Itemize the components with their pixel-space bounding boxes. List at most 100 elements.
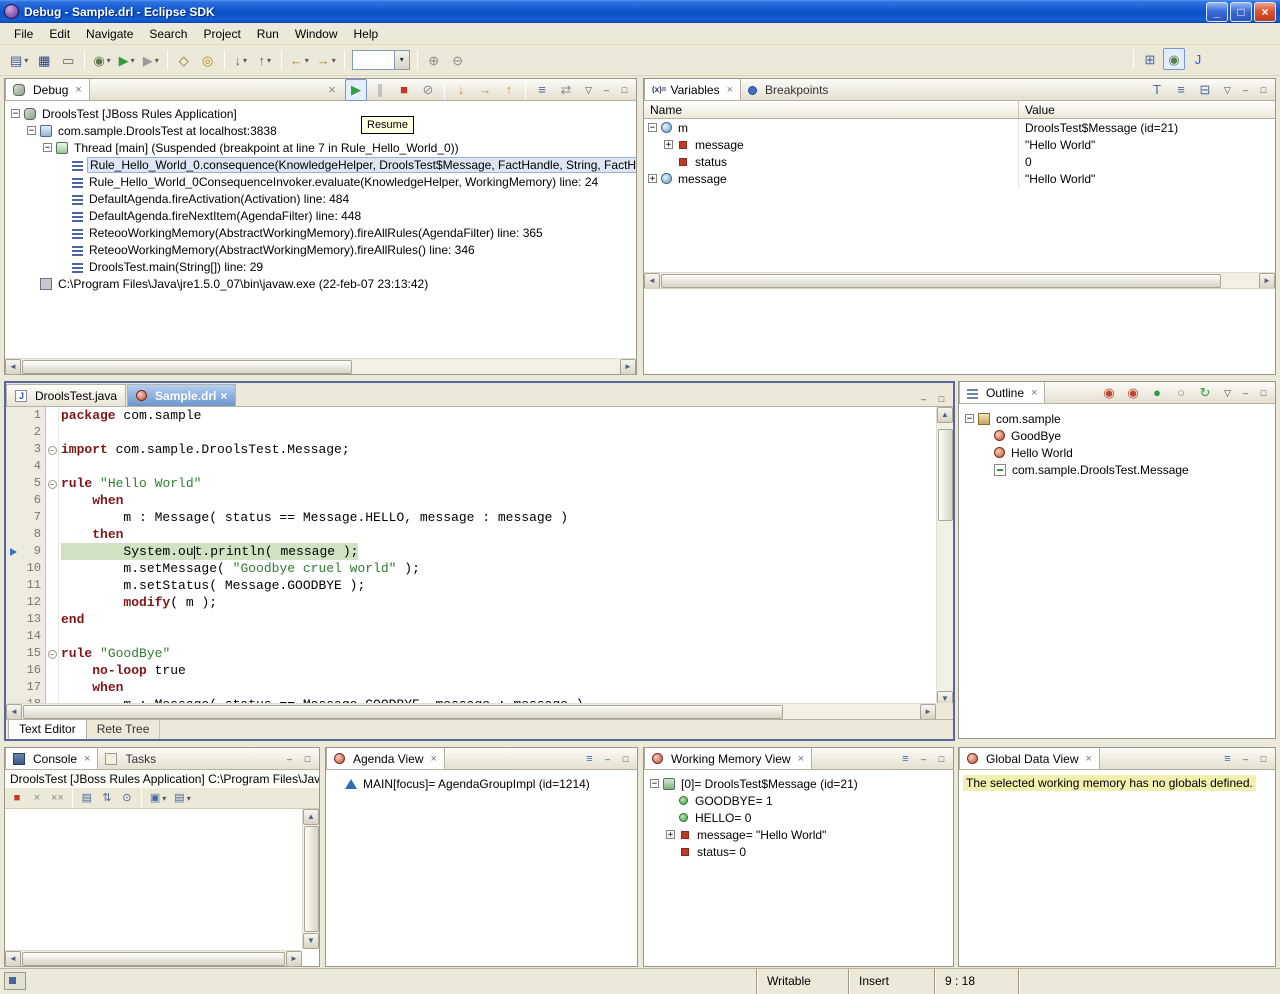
toolbar-combo[interactable]: ▾ (352, 50, 410, 70)
open-console-button[interactable]: ▤▾ (171, 789, 193, 807)
hide-queries-button[interactable]: ◉ (1122, 382, 1144, 404)
terminate-console-button[interactable]: ■ (8, 789, 26, 807)
code-line[interactable]: 15−rule "GoodBye" (6, 645, 936, 662)
tab-rete-tree[interactable]: Rete Tree (87, 720, 161, 739)
code-line[interactable]: 14 (6, 628, 936, 645)
maximize-view-icon[interactable]: □ (1256, 386, 1271, 400)
external-tools-button[interactable]: ▶▾ (140, 49, 162, 71)
java-perspective-button[interactable]: J (1187, 48, 1209, 70)
annotation-ruler[interactable] (6, 594, 20, 611)
run-button[interactable]: ▶▾ (116, 49, 138, 71)
menu-run[interactable]: Run (249, 24, 287, 44)
annotation-ruler[interactable] (6, 424, 20, 441)
code-line[interactable]: 11 m.setStatus( Message.GOODBYE ); (6, 577, 936, 594)
folding-ruler[interactable] (46, 560, 59, 577)
maximize-view-icon[interactable]: □ (617, 83, 632, 97)
search-button[interactable]: ◎ (197, 49, 219, 71)
debug-button[interactable]: ◉▾ (90, 49, 113, 71)
next-annotation-button[interactable]: ↓▾ (230, 49, 252, 71)
suspend-button[interactable]: ∥ (369, 79, 391, 101)
close-tab-icon[interactable]: × (84, 753, 90, 765)
disconnect-button[interactable]: ⊘ (417, 79, 439, 101)
folding-ruler[interactable]: − (46, 645, 59, 662)
print-button[interactable]: ▭ (57, 49, 79, 71)
expander-icon[interactable]: − (648, 123, 657, 132)
dropdown-arrow-icon[interactable]: ▾ (267, 56, 271, 65)
minimize-view-icon[interactable]: – (1238, 83, 1253, 97)
step-return-button[interactable]: ↑ (498, 79, 520, 101)
column-header-value[interactable]: Value (1019, 101, 1275, 118)
menu-navigate[interactable]: Navigate (78, 24, 141, 44)
code-line[interactable]: 5−rule "Hello World" (6, 475, 936, 492)
scroll-left-icon[interactable]: ◄ (6, 704, 22, 720)
minimize-view-icon[interactable]: – (916, 392, 931, 406)
resume-button[interactable]: ▶ (345, 79, 367, 101)
zoom-out-button[interactable]: ⊖ (447, 49, 469, 71)
dropdown-arrow-icon[interactable]: ▾ (243, 56, 247, 65)
scroll-left-icon[interactable]: ◄ (644, 273, 660, 289)
dropdown-arrow-icon[interactable]: ▾ (107, 56, 111, 65)
maximize-view-icon[interactable]: □ (934, 752, 949, 766)
scrollbar-thumb[interactable] (23, 705, 783, 719)
console-output[interactable] (5, 809, 302, 949)
tree-row[interactable]: status= 0 (644, 843, 953, 860)
pin-console-button[interactable]: ⊙ (118, 789, 136, 807)
tab-debug[interactable]: Debug × (5, 79, 90, 100)
scroll-left-icon[interactable]: ◄ (5, 951, 21, 967)
code-line[interactable]: 10 m.setMessage( "Goodbye cruel world" )… (6, 560, 936, 577)
folding-ruler[interactable] (46, 492, 59, 509)
show-logical-structure-icon[interactable]: ≡ (898, 752, 913, 766)
expander-icon[interactable]: + (666, 830, 675, 839)
previous-annotation-button[interactable]: ↑▾ (254, 49, 276, 71)
folding-ruler[interactable] (46, 543, 59, 560)
console-vertical-scrollbar[interactable]: ▲ ▼ (302, 809, 319, 949)
tab-console[interactable]: Console × (5, 748, 98, 769)
code-line[interactable]: 16 no-loop true (6, 662, 936, 679)
code-line[interactable]: 13end (6, 611, 936, 628)
folding-ruler[interactable] (46, 594, 59, 611)
tree-row[interactable]: −com.sample.DroolsTest at localhost:3838 (5, 122, 636, 139)
close-tab-icon[interactable]: × (727, 84, 733, 96)
hide-functions-button[interactable]: ● (1146, 382, 1168, 404)
editor-horizontal-scrollbar[interactable]: ◄ ► (6, 703, 936, 719)
tab-agenda-view[interactable]: Agenda View × (326, 748, 445, 769)
code-line[interactable]: 6 when (6, 492, 936, 509)
folding-ruler[interactable] (46, 611, 59, 628)
variable-details-pane[interactable] (644, 288, 1275, 374)
expander-icon[interactable]: − (965, 414, 974, 423)
tab-droolstest-java[interactable]: DroolsTest.java (6, 384, 126, 406)
tree-row[interactable]: HELLO= 0 (644, 809, 953, 826)
tab-outline[interactable]: Outline × (959, 382, 1045, 403)
folding-ruler[interactable] (46, 628, 59, 645)
tab-global-data-view[interactable]: Global Data View × (959, 748, 1100, 769)
tree-row[interactable]: com.sample.DroolsTest.Message (959, 461, 1275, 478)
annotation-ruler[interactable] (6, 628, 20, 645)
folding-ruler[interactable] (46, 577, 59, 594)
tab-working-memory-view[interactable]: Working Memory View × (644, 748, 812, 769)
fold-collapse-icon[interactable]: − (48, 650, 57, 659)
collapse-all-button[interactable]: ⊟ (1194, 79, 1216, 101)
annotation-ruler[interactable] (6, 407, 20, 424)
refresh-button[interactable]: ↻ (1194, 382, 1216, 404)
minimize-view-icon[interactable]: – (282, 752, 297, 766)
annotation-ruler[interactable] (6, 492, 20, 509)
folding-ruler[interactable] (46, 407, 59, 424)
folding-ruler[interactable] (46, 458, 59, 475)
drop-to-frame-button[interactable]: ≡ (531, 79, 553, 101)
code-line[interactable]: 4 (6, 458, 936, 475)
maximize-view-icon[interactable]: □ (618, 752, 633, 766)
code-line[interactable]: 7 m : Message( status == Message.HELLO, … (6, 509, 936, 526)
close-tab-icon[interactable]: × (1031, 387, 1037, 399)
annotation-ruler[interactable] (6, 441, 20, 458)
scroll-left-icon[interactable]: ◄ (5, 359, 21, 375)
scrollbar-thumb[interactable] (22, 360, 352, 374)
scroll-up-icon[interactable]: ▲ (937, 407, 953, 423)
maximize-view-icon[interactable]: □ (1256, 752, 1271, 766)
drl-source-editor[interactable]: 1package com.sample23−import com.sample.… (6, 407, 953, 707)
zoom-in-button[interactable]: ⊕ (423, 49, 445, 71)
tree-row[interactable]: DefaultAgenda.fireNextItem(AgendaFilter)… (5, 207, 636, 224)
fold-collapse-icon[interactable]: − (48, 446, 57, 455)
tree-row[interactable]: C:\Program Files\Java\jre1.5.0_07\bin\ja… (5, 275, 636, 292)
expander-icon[interactable]: − (27, 126, 36, 135)
expander-icon[interactable]: + (648, 174, 657, 183)
